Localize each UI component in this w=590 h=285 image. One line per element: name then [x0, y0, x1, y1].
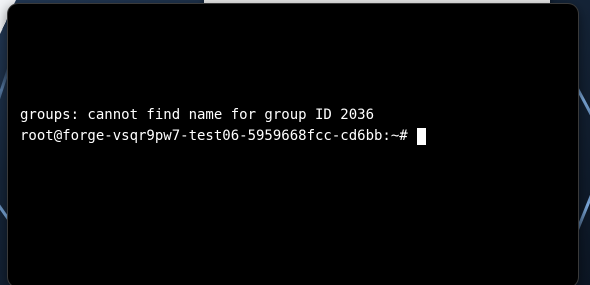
terminal-prompt-line[interactable]: root@forge-vsqr9pw7-test06-5959668fcc-cd…: [20, 126, 568, 147]
terminal-window[interactable]: groups: cannot find name for group ID 20…: [8, 4, 578, 285]
text-cursor: [416, 128, 426, 145]
terminal-output-line: groups: cannot find name for group ID 20…: [20, 107, 375, 123]
shell-prompt: root@forge-vsqr9pw7-test06-5959668fcc-cd…: [20, 128, 408, 144]
terminal-output[interactable]: groups: cannot find name for group ID 20…: [20, 105, 568, 147]
